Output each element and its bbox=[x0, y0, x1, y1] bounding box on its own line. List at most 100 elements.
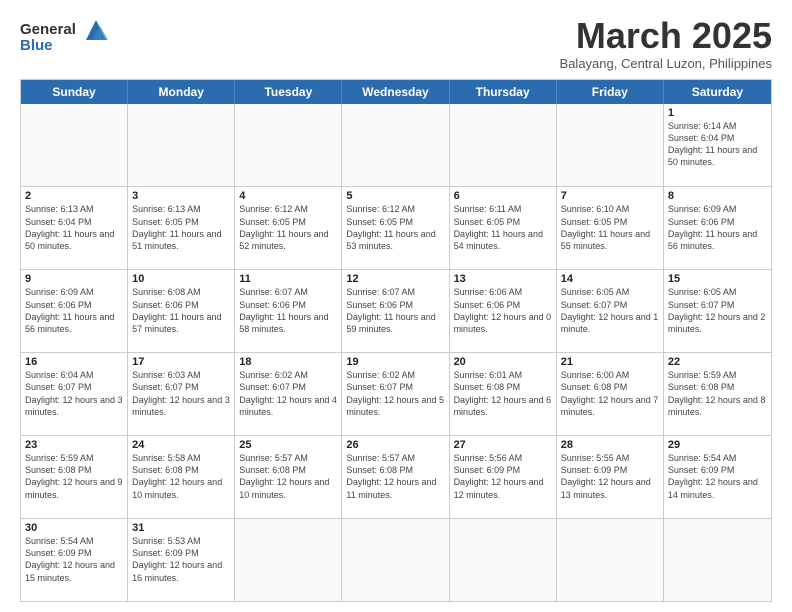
day-cell-28: 28Sunrise: 5:55 AM Sunset: 6:09 PM Dayli… bbox=[557, 436, 664, 518]
day-cell-12: 12Sunrise: 6:07 AM Sunset: 6:06 PM Dayli… bbox=[342, 270, 449, 352]
day-number: 4 bbox=[239, 190, 337, 202]
day-number: 21 bbox=[561, 356, 659, 368]
day-cell-2: 2Sunrise: 6:13 AM Sunset: 6:04 PM Daylig… bbox=[21, 187, 128, 269]
day-number: 13 bbox=[454, 273, 552, 285]
empty-cell bbox=[21, 104, 128, 187]
location: Balayang, Central Luzon, Philippines bbox=[560, 56, 772, 71]
day-number: 3 bbox=[132, 190, 230, 202]
day-info: Sunrise: 6:06 AM Sunset: 6:06 PM Dayligh… bbox=[454, 286, 552, 335]
day-info: Sunrise: 5:57 AM Sunset: 6:08 PM Dayligh… bbox=[346, 452, 444, 501]
empty-cell bbox=[235, 519, 342, 601]
weekday-header-friday: Friday bbox=[557, 80, 664, 104]
day-cell-9: 9Sunrise: 6:09 AM Sunset: 6:06 PM Daylig… bbox=[21, 270, 128, 352]
day-cell-11: 11Sunrise: 6:07 AM Sunset: 6:06 PM Dayli… bbox=[235, 270, 342, 352]
day-number: 12 bbox=[346, 273, 444, 285]
day-cell-3: 3Sunrise: 6:13 AM Sunset: 6:05 PM Daylig… bbox=[128, 187, 235, 269]
day-info: Sunrise: 6:05 AM Sunset: 6:07 PM Dayligh… bbox=[561, 286, 659, 335]
week-row-2: 9Sunrise: 6:09 AM Sunset: 6:06 PM Daylig… bbox=[21, 269, 771, 352]
day-info: Sunrise: 6:12 AM Sunset: 6:05 PM Dayligh… bbox=[239, 203, 337, 252]
day-cell-29: 29Sunrise: 5:54 AM Sunset: 6:09 PM Dayli… bbox=[664, 436, 771, 518]
day-number: 23 bbox=[25, 439, 123, 451]
week-row-1: 2Sunrise: 6:13 AM Sunset: 6:04 PM Daylig… bbox=[21, 186, 771, 269]
logo-text: General bbox=[20, 22, 76, 39]
day-cell-22: 22Sunrise: 5:59 AM Sunset: 6:08 PM Dayli… bbox=[664, 353, 771, 435]
day-info: Sunrise: 5:59 AM Sunset: 6:08 PM Dayligh… bbox=[25, 452, 123, 501]
empty-cell bbox=[128, 104, 235, 187]
day-info: Sunrise: 6:14 AM Sunset: 6:04 PM Dayligh… bbox=[668, 120, 767, 169]
day-number: 1 bbox=[668, 107, 767, 119]
weekday-header-saturday: Saturday bbox=[664, 80, 771, 104]
calendar-body: 1Sunrise: 6:14 AM Sunset: 6:04 PM Daylig… bbox=[21, 104, 771, 601]
day-cell-24: 24Sunrise: 5:58 AM Sunset: 6:08 PM Dayli… bbox=[128, 436, 235, 518]
day-number: 19 bbox=[346, 356, 444, 368]
empty-cell bbox=[450, 519, 557, 601]
day-number: 25 bbox=[239, 439, 337, 451]
day-info: Sunrise: 6:11 AM Sunset: 6:05 PM Dayligh… bbox=[454, 203, 552, 252]
day-cell-4: 4Sunrise: 6:12 AM Sunset: 6:05 PM Daylig… bbox=[235, 187, 342, 269]
week-row-4: 23Sunrise: 5:59 AM Sunset: 6:08 PM Dayli… bbox=[21, 435, 771, 518]
day-number: 28 bbox=[561, 439, 659, 451]
empty-cell bbox=[557, 104, 664, 187]
day-info: Sunrise: 5:53 AM Sunset: 6:09 PM Dayligh… bbox=[132, 535, 230, 584]
day-info: Sunrise: 6:03 AM Sunset: 6:07 PM Dayligh… bbox=[132, 369, 230, 418]
day-number: 8 bbox=[668, 190, 767, 202]
weekday-header-thursday: Thursday bbox=[450, 80, 557, 104]
day-cell-18: 18Sunrise: 6:02 AM Sunset: 6:07 PM Dayli… bbox=[235, 353, 342, 435]
empty-cell bbox=[664, 519, 771, 601]
day-cell-17: 17Sunrise: 6:03 AM Sunset: 6:07 PM Dayli… bbox=[128, 353, 235, 435]
day-info: Sunrise: 5:54 AM Sunset: 6:09 PM Dayligh… bbox=[668, 452, 767, 501]
day-info: Sunrise: 5:57 AM Sunset: 6:08 PM Dayligh… bbox=[239, 452, 337, 501]
day-info: Sunrise: 6:13 AM Sunset: 6:04 PM Dayligh… bbox=[25, 203, 123, 252]
empty-cell bbox=[342, 519, 449, 601]
day-info: Sunrise: 6:09 AM Sunset: 6:06 PM Dayligh… bbox=[25, 286, 123, 335]
empty-cell bbox=[235, 104, 342, 187]
day-number: 26 bbox=[346, 439, 444, 451]
day-cell-15: 15Sunrise: 6:05 AM Sunset: 6:07 PM Dayli… bbox=[664, 270, 771, 352]
empty-cell bbox=[450, 104, 557, 187]
day-info: Sunrise: 6:12 AM Sunset: 6:05 PM Dayligh… bbox=[346, 203, 444, 252]
weekday-header-sunday: Sunday bbox=[21, 80, 128, 104]
day-cell-10: 10Sunrise: 6:08 AM Sunset: 6:06 PM Dayli… bbox=[128, 270, 235, 352]
day-info: Sunrise: 6:01 AM Sunset: 6:08 PM Dayligh… bbox=[454, 369, 552, 418]
page: General Blue March 2025 Balayang, Centra… bbox=[0, 0, 792, 612]
day-cell-6: 6Sunrise: 6:11 AM Sunset: 6:05 PM Daylig… bbox=[450, 187, 557, 269]
day-number: 22 bbox=[668, 356, 767, 368]
day-info: Sunrise: 6:13 AM Sunset: 6:05 PM Dayligh… bbox=[132, 203, 230, 252]
day-cell-7: 7Sunrise: 6:10 AM Sunset: 6:05 PM Daylig… bbox=[557, 187, 664, 269]
day-number: 6 bbox=[454, 190, 552, 202]
day-number: 11 bbox=[239, 273, 337, 285]
day-number: 7 bbox=[561, 190, 659, 202]
day-info: Sunrise: 5:55 AM Sunset: 6:09 PM Dayligh… bbox=[561, 452, 659, 501]
day-cell-5: 5Sunrise: 6:12 AM Sunset: 6:05 PM Daylig… bbox=[342, 187, 449, 269]
day-info: Sunrise: 5:54 AM Sunset: 6:09 PM Dayligh… bbox=[25, 535, 123, 584]
empty-cell bbox=[557, 519, 664, 601]
header: General Blue March 2025 Balayang, Centra… bbox=[20, 16, 772, 71]
day-cell-14: 14Sunrise: 6:05 AM Sunset: 6:07 PM Dayli… bbox=[557, 270, 664, 352]
day-info: Sunrise: 6:07 AM Sunset: 6:06 PM Dayligh… bbox=[346, 286, 444, 335]
day-info: Sunrise: 6:10 AM Sunset: 6:05 PM Dayligh… bbox=[561, 203, 659, 252]
logo-blue-text: Blue bbox=[20, 38, 53, 55]
day-cell-16: 16Sunrise: 6:04 AM Sunset: 6:07 PM Dayli… bbox=[21, 353, 128, 435]
title-block: March 2025 Balayang, Central Luzon, Phil… bbox=[560, 16, 772, 71]
day-info: Sunrise: 6:07 AM Sunset: 6:06 PM Dayligh… bbox=[239, 286, 337, 335]
day-cell-1: 1Sunrise: 6:14 AM Sunset: 6:04 PM Daylig… bbox=[664, 104, 771, 187]
day-cell-25: 25Sunrise: 5:57 AM Sunset: 6:08 PM Dayli… bbox=[235, 436, 342, 518]
calendar-header: SundayMondayTuesdayWednesdayThursdayFrid… bbox=[21, 80, 771, 104]
day-info: Sunrise: 6:02 AM Sunset: 6:07 PM Dayligh… bbox=[239, 369, 337, 418]
day-number: 29 bbox=[668, 439, 767, 451]
day-number: 5 bbox=[346, 190, 444, 202]
day-info: Sunrise: 6:05 AM Sunset: 6:07 PM Dayligh… bbox=[668, 286, 767, 335]
day-cell-30: 30Sunrise: 5:54 AM Sunset: 6:09 PM Dayli… bbox=[21, 519, 128, 601]
day-info: Sunrise: 5:59 AM Sunset: 6:08 PM Dayligh… bbox=[668, 369, 767, 418]
logo: General Blue bbox=[20, 16, 114, 55]
day-cell-23: 23Sunrise: 5:59 AM Sunset: 6:08 PM Dayli… bbox=[21, 436, 128, 518]
month-title: March 2025 bbox=[560, 16, 772, 56]
day-info: Sunrise: 5:58 AM Sunset: 6:08 PM Dayligh… bbox=[132, 452, 230, 501]
day-info: Sunrise: 5:56 AM Sunset: 6:09 PM Dayligh… bbox=[454, 452, 552, 501]
day-cell-31: 31Sunrise: 5:53 AM Sunset: 6:09 PM Dayli… bbox=[128, 519, 235, 601]
day-number: 9 bbox=[25, 273, 123, 285]
day-cell-27: 27Sunrise: 5:56 AM Sunset: 6:09 PM Dayli… bbox=[450, 436, 557, 518]
day-number: 18 bbox=[239, 356, 337, 368]
day-info: Sunrise: 6:09 AM Sunset: 6:06 PM Dayligh… bbox=[668, 203, 767, 252]
day-cell-21: 21Sunrise: 6:00 AM Sunset: 6:08 PM Dayli… bbox=[557, 353, 664, 435]
